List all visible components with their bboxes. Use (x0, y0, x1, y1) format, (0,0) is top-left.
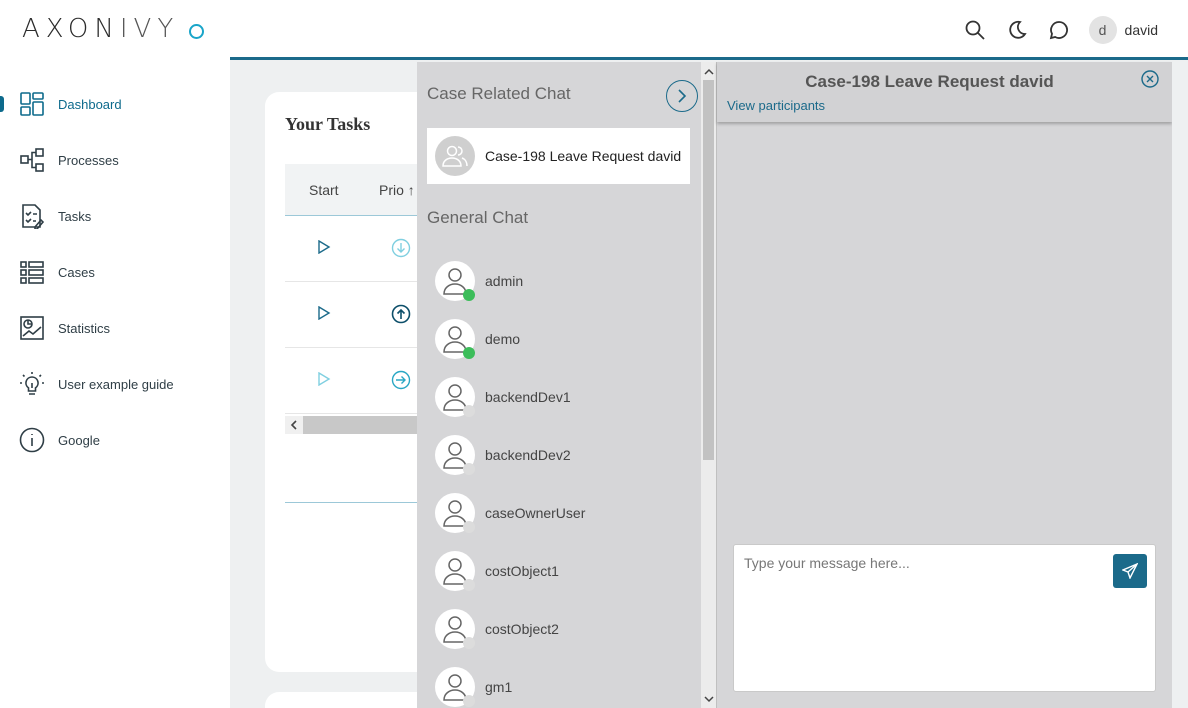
general-chat-title: General Chat (427, 208, 529, 227)
high-priority-icon (391, 304, 411, 329)
column-header-prio[interactable]: Prio ↑ (379, 182, 415, 198)
sidebar-item-label: Google (58, 432, 100, 448)
info-icon (18, 426, 46, 454)
offline-status-dot (463, 405, 475, 417)
message-compose (733, 544, 1156, 692)
sidebar-item-label: Tasks (58, 208, 92, 224)
sidebar-item-dashboard[interactable]: Dashboard (0, 76, 230, 132)
sidebar-item-label: User example guide (58, 376, 174, 392)
contact-item[interactable]: backendDev2 (435, 433, 685, 477)
user-name: david (1124, 22, 1158, 38)
user-menu[interactable]: d david (1088, 16, 1158, 44)
user-icon (435, 493, 475, 533)
contact-name: gm1 (485, 679, 513, 695)
case-chat-label: Case-198 Leave Request david (485, 148, 682, 164)
statistics-icon (18, 314, 46, 342)
group-icon (435, 136, 475, 176)
moon-icon[interactable] (1005, 18, 1029, 42)
user-icon (435, 377, 475, 417)
case-chat-item[interactable]: Case-198 Leave Request david (427, 128, 690, 184)
low-priority-icon (391, 238, 411, 263)
cases-icon (18, 258, 46, 286)
send-icon (1122, 563, 1138, 579)
logo-circle-icon (189, 23, 205, 39)
contact-name: caseOwnerUser (485, 505, 586, 521)
user-icon (435, 435, 475, 475)
axon-ivy-logo[interactable]: AXONIVY (22, 14, 205, 44)
sidebar-item-processes[interactable]: Processes (0, 132, 230, 188)
sidebar-item-google[interactable]: Google (0, 412, 230, 468)
dashboard-icon (18, 90, 46, 118)
conversation-panel: Case-198 Leave Request david View partic… (716, 62, 1172, 708)
offline-status-dot (463, 695, 475, 707)
contact-item[interactable]: costObject1 (435, 549, 685, 593)
close-icon[interactable] (1141, 70, 1159, 88)
chat-icon[interactable] (1047, 18, 1071, 42)
offline-status-dot (463, 463, 475, 475)
contact-name: costObject1 (485, 563, 559, 579)
avatar: d (1088, 16, 1117, 44)
scroll-left-icon[interactable] (285, 416, 303, 434)
online-status-dot (463, 289, 475, 301)
scrollbar-thumb[interactable] (703, 80, 714, 460)
conversation-header: Case-198 Leave Request david View partic… (717, 62, 1172, 122)
contact-item[interactable]: backendDev1 (435, 375, 685, 419)
conversation-title: Case-198 Leave Request david (805, 72, 1054, 91)
contact-item[interactable]: gm1 (435, 665, 685, 708)
sort-ascending-icon: ↑ (407, 182, 415, 198)
offline-status-dot (463, 637, 475, 649)
contact-item[interactable]: demo (435, 317, 685, 361)
sidebar-item-label: Cases (58, 264, 95, 280)
message-input[interactable] (734, 545, 1104, 691)
sidebar-item-user-example-guide[interactable]: User example guide (0, 356, 230, 412)
offline-status-dot (463, 579, 475, 591)
sidebar: AXONIVY Dashboard Processes Tasks Cases … (0, 0, 230, 708)
normal-priority-icon (391, 370, 411, 395)
play-icon[interactable] (317, 305, 331, 325)
send-button[interactable] (1113, 554, 1147, 588)
contact-name: backendDev1 (485, 389, 571, 405)
user-icon (435, 551, 475, 591)
case-related-chat-title: Case Related Chat (427, 84, 571, 103)
logo-text: AXONIVY (22, 14, 180, 44)
page-edge (1172, 62, 1188, 708)
main-navigation: Dashboard Processes Tasks Cases Statisti… (0, 76, 230, 468)
play-icon[interactable] (317, 239, 331, 259)
lightbulb-icon (18, 370, 46, 398)
sidebar-item-label: Dashboard (58, 96, 122, 112)
user-icon (435, 319, 475, 359)
sidebar-item-tasks[interactable]: Tasks (0, 188, 230, 244)
contact-item[interactable]: costObject2 (435, 607, 685, 651)
collapse-button[interactable] (666, 80, 698, 112)
contact-name: costObject2 (485, 621, 559, 637)
user-icon (435, 261, 475, 301)
chat-list-panel: Case Related Chat Case-198 Leave Request… (417, 62, 716, 708)
scroll-up-icon[interactable] (701, 63, 716, 79)
sidebar-item-cases[interactable]: Cases (0, 244, 230, 300)
scroll-down-icon[interactable] (701, 691, 716, 707)
contact-name: demo (485, 331, 521, 347)
processes-icon (18, 146, 46, 174)
sidebar-item-label: Processes (58, 152, 119, 168)
topbar-actions: d david (945, 16, 1158, 44)
contact-name: backendDev2 (485, 447, 571, 463)
user-icon (435, 609, 475, 649)
vertical-scrollbar[interactable] (701, 62, 716, 708)
user-icon (435, 667, 475, 707)
play-icon[interactable] (317, 371, 331, 391)
tasks-icon (18, 202, 46, 230)
widget-title: Your Tasks (285, 114, 371, 134)
sidebar-item-statistics[interactable]: Statistics (0, 300, 230, 356)
column-header-start[interactable]: Start (309, 182, 339, 198)
sidebar-item-label: Statistics (58, 320, 111, 336)
search-icon[interactable] (963, 18, 987, 42)
contact-item[interactable]: caseOwnerUser (435, 491, 685, 535)
view-participants-link[interactable]: View participants (727, 98, 825, 113)
online-status-dot (463, 347, 475, 359)
chevron-right-icon (678, 89, 687, 103)
top-bar: d david (230, 0, 1188, 60)
contact-item[interactable]: admin (435, 259, 685, 303)
offline-status-dot (463, 521, 475, 533)
contact-name: admin (485, 273, 524, 289)
